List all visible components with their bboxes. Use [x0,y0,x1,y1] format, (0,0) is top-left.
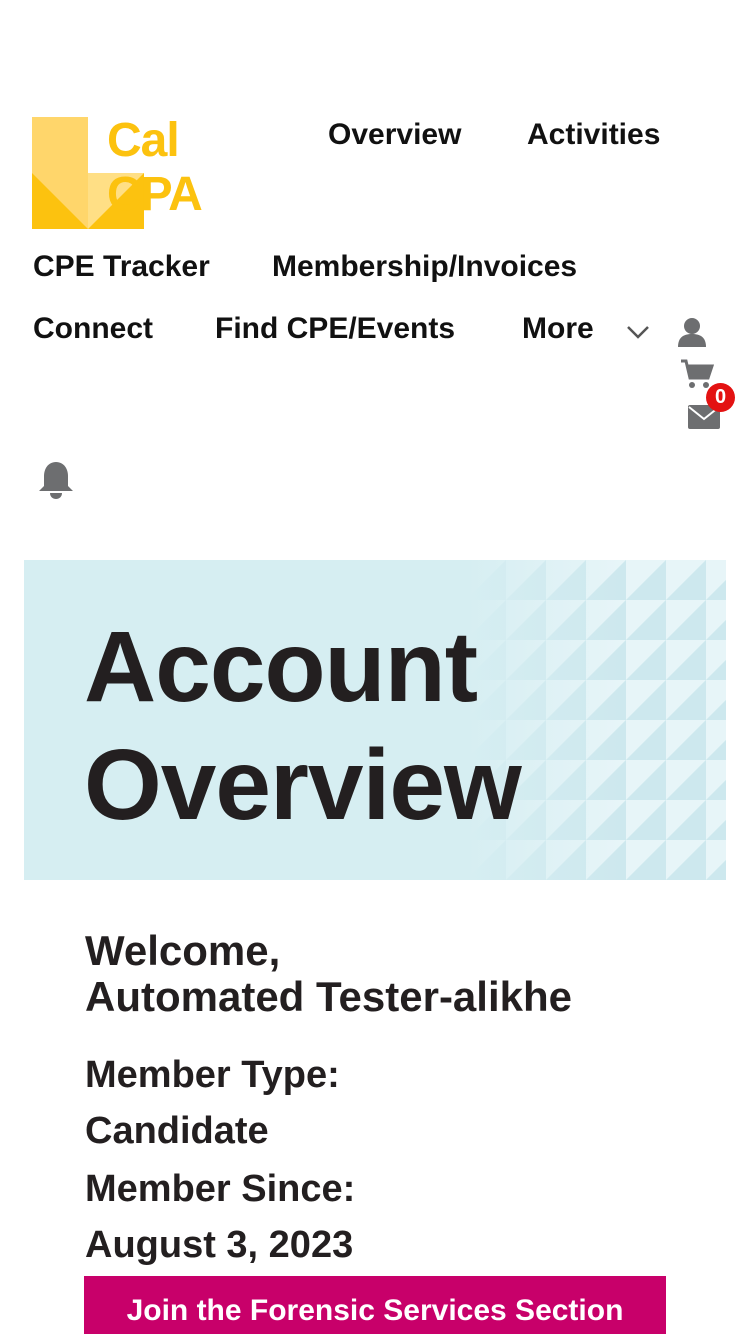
page: Cal CPA Overview Activities CPE Tracker … [0,0,750,1334]
user-icon[interactable] [676,316,708,348]
logo-text-cpa: CPA [107,168,203,221]
cart-count-badge: 0 [706,383,735,412]
nav-connect[interactable]: Connect [33,311,153,347]
page-title-line1: Account [84,611,478,723]
cart-icon[interactable] [680,358,714,390]
page-title-line2: Overview [84,729,522,841]
welcome-heading: Welcome, Automated Tester-alikhe [85,928,572,1020]
nav-membership-invoices[interactable]: Membership/Invoices [272,249,577,285]
nav-more[interactable]: More [522,311,594,347]
member-type-value: Candidate [85,1110,269,1152]
hero-banner: Account Overview [24,560,726,880]
calcpa-logo[interactable]: Cal CPA [32,117,267,229]
welcome-user-name: Automated Tester-alikhe [85,973,572,1020]
bell-icon[interactable] [37,460,75,500]
member-since-label: Member Since: [85,1168,356,1210]
welcome-greeting: Welcome, [85,927,281,974]
nav-overview[interactable]: Overview [328,117,461,153]
nav-cpe-tracker[interactable]: CPE Tracker [33,249,210,285]
member-since-value: August 3, 2023 [85,1224,354,1266]
logo-text-cal: Cal [107,114,180,167]
nav-find-cpe-events[interactable]: Find CPE/Events [215,311,455,347]
nav-activities[interactable]: Activities [527,117,660,153]
page-title: Account Overview [84,608,522,844]
member-type-label: Member Type: [85,1054,340,1096]
join-forensic-services-button[interactable]: Join the Forensic Services Section [84,1276,666,1334]
chevron-down-icon[interactable] [624,318,652,346]
